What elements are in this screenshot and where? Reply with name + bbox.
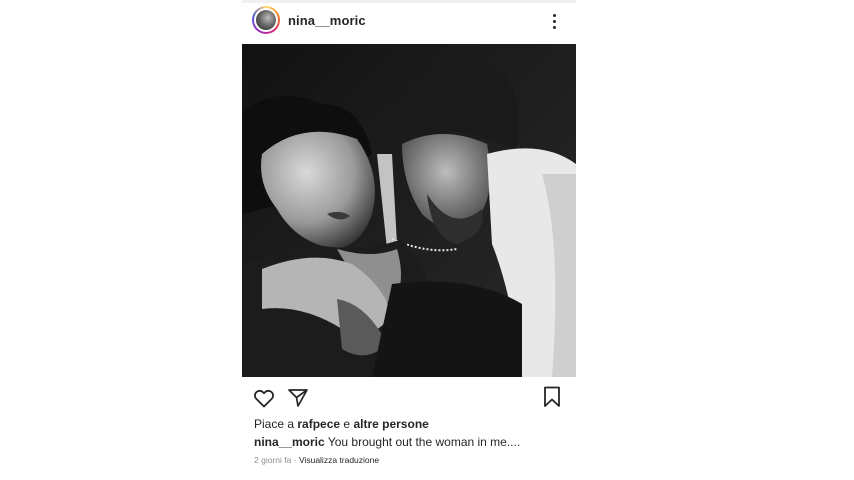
likes-joiner: e bbox=[343, 417, 351, 431]
caption-text: You brought out the woman in me.... bbox=[327, 435, 521, 449]
post-image-art bbox=[242, 44, 576, 377]
meta-separator: · bbox=[293, 455, 297, 465]
likes-others[interactable]: altre persone bbox=[353, 417, 428, 431]
post-meta: 2 giorni fa · Visualizza traduzione bbox=[254, 455, 379, 465]
likes-user[interactable]: rafpece bbox=[297, 417, 340, 431]
more-options-icon[interactable] bbox=[544, 10, 564, 32]
likes-line[interactable]: Piace a rafpece e altre persone bbox=[254, 417, 429, 431]
heart-icon[interactable] bbox=[252, 386, 276, 410]
likes-prefix: Piace a bbox=[254, 417, 295, 431]
post-caption: nina__moric You brought out the woman in… bbox=[254, 435, 520, 449]
post-username[interactable]: nina__moric bbox=[288, 13, 366, 28]
instagram-post: nina__moric Piace a rafpece e altre pers… bbox=[242, 0, 576, 480]
post-timestamp: 2 giorni fa bbox=[254, 455, 292, 465]
avatar-photo bbox=[256, 10, 276, 30]
post-header: nina__moric bbox=[242, 3, 576, 41]
post-image[interactable] bbox=[242, 44, 576, 377]
post-actions bbox=[242, 382, 576, 412]
bookmark-icon[interactable] bbox=[540, 385, 564, 409]
send-icon[interactable] bbox=[286, 386, 310, 410]
avatar[interactable] bbox=[252, 6, 280, 34]
see-translation-link[interactable]: Visualizza traduzione bbox=[299, 455, 379, 465]
caption-username[interactable]: nina__moric bbox=[254, 435, 325, 449]
